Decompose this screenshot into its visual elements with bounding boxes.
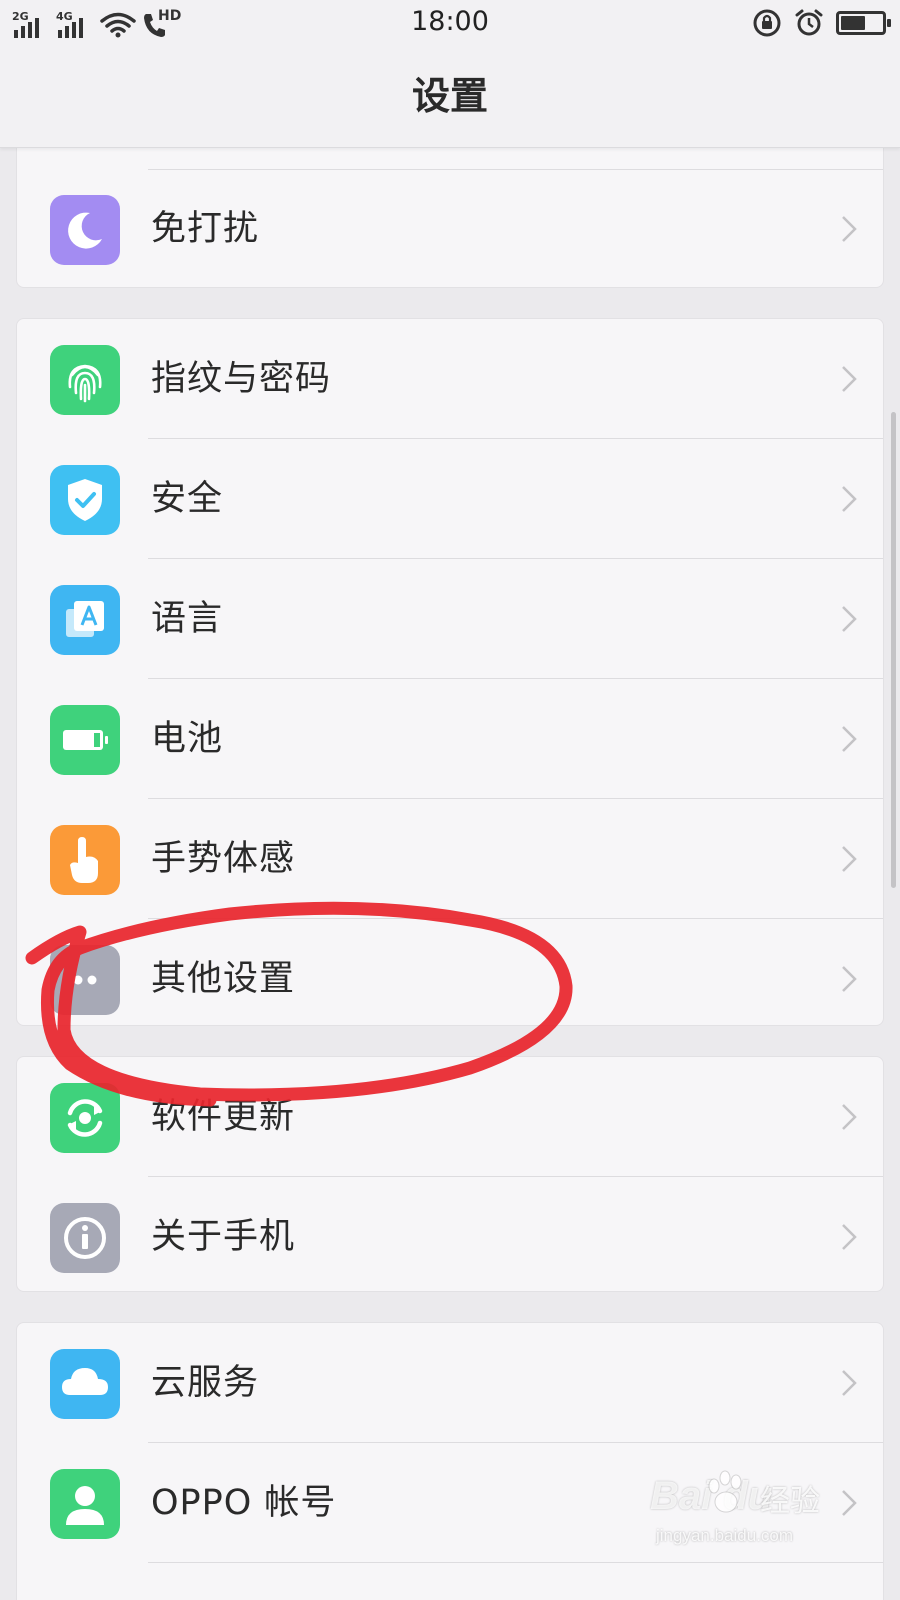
more-dots-icon <box>50 945 120 1015</box>
update-icon <box>50 1083 120 1153</box>
chevron-right-icon <box>842 1104 857 1130</box>
paw-icon <box>708 1470 742 1513</box>
settings-list[interactable]: 免打扰 指纹与密码 安全 语言 电池 手势体感 其他设置 软件更新 关于手机 云… <box>0 148 900 1600</box>
chevron-right-icon <box>842 1224 857 1250</box>
page-title: 设置 <box>411 74 488 118</box>
battery-status-icon <box>836 11 891 35</box>
hand-pointer-icon <box>50 825 120 895</box>
moon-icon <box>50 195 120 265</box>
fingerprint-icon <box>50 345 120 415</box>
chevron-right-icon <box>842 606 857 632</box>
baidu-watermark: Bai du 经验 jingyan.baidu.com <box>650 1460 840 1570</box>
settings-item-other-settings[interactable]: 其他设置 <box>17 919 883 1039</box>
settings-item-fingerprint-password[interactable]: 指纹与密码 <box>17 319 883 439</box>
shield-check-icon <box>50 465 120 535</box>
scrollbar[interactable] <box>891 412 896 888</box>
settings-group-2: 指纹与密码 安全 语言 电池 手势体感 其他设置 <box>16 318 884 1026</box>
chevron-right-icon <box>842 366 857 392</box>
settings-item-software-update[interactable]: 软件更新 <box>17 1057 883 1177</box>
title-bar: 设置 <box>0 46 900 148</box>
settings-group-1: 免打扰 <box>16 148 884 288</box>
settings-group-3: 软件更新 关于手机 <box>16 1056 884 1292</box>
language-icon <box>50 585 120 655</box>
settings-item-about-phone[interactable]: 关于手机 <box>17 1177 883 1297</box>
info-icon <box>50 1203 120 1273</box>
settings-item-gestures[interactable]: 手势体感 <box>17 799 883 919</box>
battery-icon <box>50 705 120 775</box>
rotation-lock-icon <box>753 9 781 37</box>
settings-item-cloud-service[interactable]: 云服务 <box>17 1323 883 1443</box>
chevron-right-icon <box>842 1370 857 1396</box>
settings-item-do-not-disturb[interactable]: 免打扰 <box>17 169 883 289</box>
settings-item-battery[interactable]: 电池 <box>17 679 883 799</box>
settings-item-language[interactable]: 语言 <box>17 559 883 679</box>
status-bar: 2G 4G HD 18:00 <box>0 0 900 46</box>
account-icon <box>50 1469 120 1539</box>
alarm-icon <box>795 9 823 36</box>
chevron-right-icon <box>842 486 857 512</box>
cloud-icon <box>50 1349 120 1419</box>
chevron-right-icon <box>842 1490 857 1516</box>
chevron-right-icon <box>842 846 857 872</box>
settings-item-security[interactable]: 安全 <box>17 439 883 559</box>
chevron-right-icon <box>842 966 857 992</box>
chevron-right-icon <box>842 216 857 242</box>
chevron-right-icon <box>842 726 857 752</box>
